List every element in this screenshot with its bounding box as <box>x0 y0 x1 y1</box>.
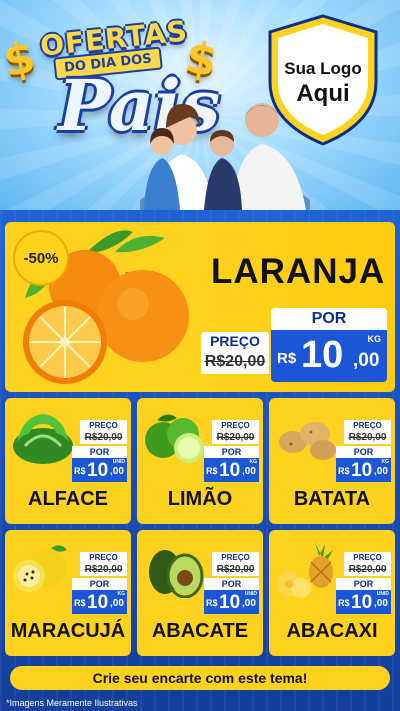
price-decimal: ,00 <box>353 350 380 371</box>
product-card[interactable]: PREÇO R$20,00 POR R$ 10,00 KG BATATA <box>269 398 395 524</box>
currency: R$ <box>74 598 86 608</box>
logo-placeholder: Sua Logo Aqui <box>264 58 382 108</box>
price-tag: R$ 10 ,00 KG <box>271 330 387 382</box>
price-tag: R$ 10,00 UNID <box>336 590 391 614</box>
por-label: POR <box>336 578 391 590</box>
price-decimal: ,00 <box>242 466 256 477</box>
header-banner: $ $ OFERTAS DO DIA DOS Pais Sua Logo Aqu… <box>0 0 400 210</box>
flyer: $ $ OFERTAS DO DIA DOS Pais Sua Logo Aqu… <box>0 0 400 711</box>
price-tag: R$ 10,00 UNID <box>72 458 127 482</box>
product-name: BATATA <box>293 488 371 510</box>
product-card[interactable]: PREÇO R$20,00 POR R$ 10,00 KG LIMÃO <box>137 398 263 524</box>
featured-old-price: PREÇO R$20,00 <box>201 332 269 376</box>
price-decimal: ,00 <box>374 598 388 609</box>
por-label: POR <box>336 446 391 458</box>
old-price-value: R$20,00 <box>344 432 391 444</box>
product-image-icon <box>7 406 79 466</box>
cta-banner[interactable]: Crie seu encarte com este tema! <box>10 666 390 690</box>
product-card[interactable]: PREÇO R$20,00 POR R$ 10,00 UNID ABACAXI <box>269 530 395 656</box>
product-image-icon <box>7 538 79 598</box>
preco-label: PREÇO <box>212 552 259 564</box>
featured-product-card[interactable]: -50% LARANJA PREÇO R$20,00 POR R$ 10 ,00… <box>5 222 395 392</box>
por-label: POR <box>204 446 259 458</box>
price-decimal: ,00 <box>110 598 124 609</box>
logo-line-1: Sua Logo <box>284 59 362 78</box>
price-integer: 10 <box>87 592 109 613</box>
price-tag: R$ 10,00 KG <box>72 590 127 614</box>
currency: R$ <box>74 466 86 476</box>
product-image-icon <box>271 538 343 598</box>
product-name: ABACAXI <box>286 620 378 642</box>
product-card[interactable]: PREÇO R$20,00 POR R$ 10,00 UNID ABACATE <box>137 530 263 656</box>
product-image-icon <box>139 406 211 466</box>
product-name: ALFACE <box>28 488 108 510</box>
price-tag: R$ 10,00 KG <box>204 458 259 482</box>
price-integer: 10 <box>219 592 241 613</box>
old-price-value: R$20,00 <box>212 432 259 444</box>
price-unit: KG <box>367 334 382 344</box>
product-image-icon <box>271 406 343 466</box>
price-decimal: ,00 <box>110 466 124 477</box>
product-name: MARACUJÁ <box>10 620 126 642</box>
por-label: POR <box>72 578 127 590</box>
price-tag: R$ 10,00 UNID <box>204 590 259 614</box>
product-name: ABACATE <box>151 620 249 642</box>
price-integer: 10 <box>351 592 373 613</box>
currency: R$ <box>206 466 218 476</box>
logo-line-2: Aqui <box>296 80 350 107</box>
preco-label: PREÇO <box>212 420 259 432</box>
currency: R$ <box>277 350 297 367</box>
price-unit: UNID <box>112 459 125 465</box>
price-unit: UNID <box>376 591 389 597</box>
product-image-icon <box>139 538 211 599</box>
preco-label: PREÇO <box>344 420 391 432</box>
price-tag: R$ 10,00 KG <box>336 458 391 482</box>
product-card[interactable]: PREÇO R$20,00 POR R$ 10,00 UNID ALFACE <box>5 398 131 524</box>
product-card[interactable]: PREÇO R$20,00 POR R$ 10,00 KG MARACUJÁ <box>5 530 131 656</box>
currency: R$ <box>338 598 350 608</box>
price-integer: 10 <box>87 460 109 481</box>
price-integer: 10 <box>219 460 241 481</box>
currency: R$ <box>338 466 350 476</box>
preco-label: PREÇO <box>80 420 127 432</box>
preco-label: PREÇO <box>80 552 127 564</box>
price-unit: KG <box>117 591 126 597</box>
old-price-value: R$20,00 <box>344 564 391 576</box>
product-name: LIMÃO <box>167 488 233 510</box>
por-label: POR <box>271 308 387 330</box>
disclaimer-note: *Imagens Meramente Ilustrativas <box>6 698 138 708</box>
old-price-value: R$20,00 <box>201 350 269 374</box>
por-label: POR <box>204 578 259 590</box>
discount-badge: -50% <box>13 230 69 286</box>
price-unit: KG <box>381 459 390 465</box>
currency: R$ <box>206 598 218 608</box>
price-integer: 10 <box>301 334 344 376</box>
preco-label: PREÇO <box>201 332 269 350</box>
price-integer: 10 <box>351 460 373 481</box>
old-price-value: R$20,00 <box>80 432 127 444</box>
featured-new-price: POR R$ 10 ,00 KG <box>271 308 387 382</box>
old-price-value: R$20,00 <box>80 564 127 576</box>
price-unit: KG <box>249 459 258 465</box>
por-label: POR <box>72 446 127 458</box>
price-unit: UNID <box>244 591 257 597</box>
old-price-value: R$20,00 <box>212 564 259 576</box>
price-decimal: ,00 <box>374 466 388 477</box>
preco-label: PREÇO <box>344 552 391 564</box>
featured-name: LARANJA <box>211 252 386 291</box>
price-decimal: ,00 <box>242 598 256 609</box>
